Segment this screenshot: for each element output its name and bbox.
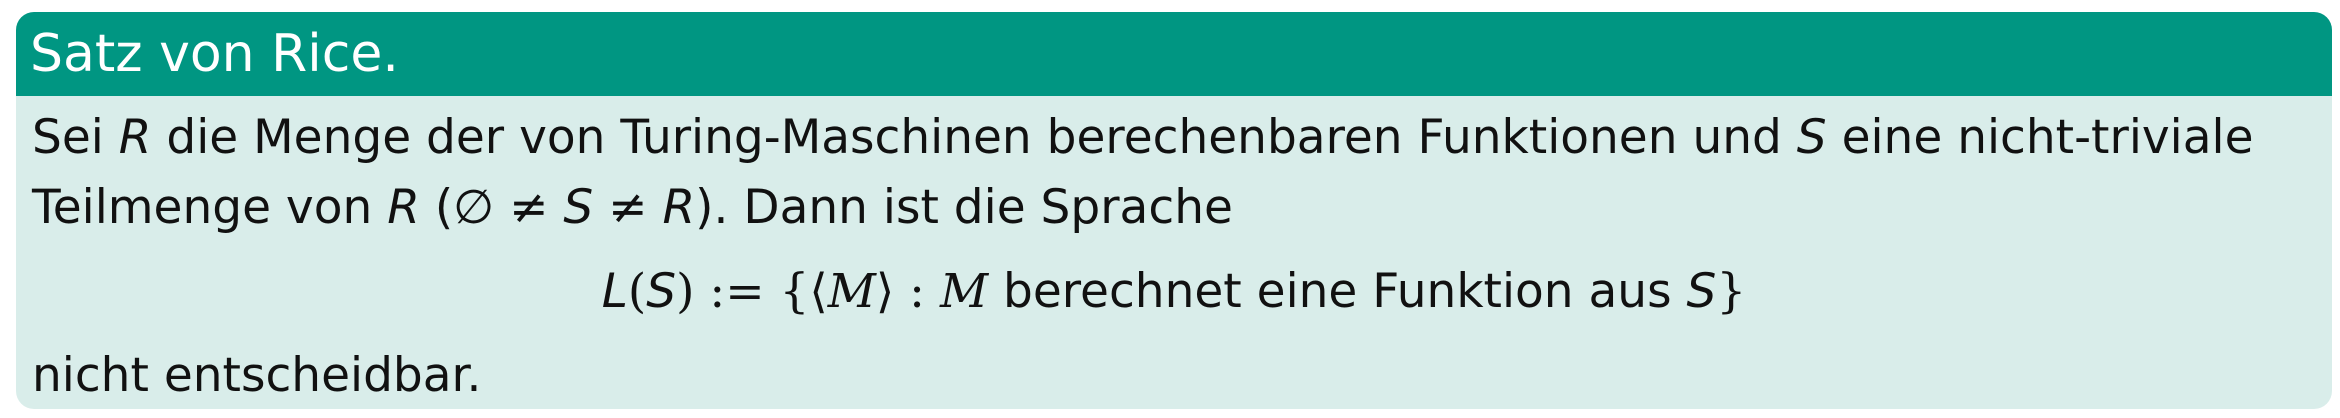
formula-text: berechnet eine Funktion aus: [988, 264, 1687, 319]
text-segment: eine nicht-triviale: [1826, 110, 2254, 165]
math-variable-s: S: [563, 180, 594, 235]
theorem-block: Satz von Rice. Sei R die Menge der von T…: [16, 12, 2332, 409]
text-segment: Sei: [32, 110, 119, 165]
theorem-line-4: nicht entscheidbar.: [32, 348, 482, 403]
math-script-m: M: [827, 264, 876, 319]
math-variable-r: R: [387, 180, 420, 235]
text-segment: (∅ ≠: [419, 180, 564, 235]
formula-symbol: ⟩ :: [875, 264, 940, 319]
text-segment: ≠: [593, 180, 663, 235]
theorem-line-1: Sei R die Menge der von Turing-Maschinen…: [32, 110, 2254, 165]
math-script-m: M: [939, 264, 989, 319]
formula-symbol: (: [627, 264, 647, 319]
math-variable-s: S: [646, 264, 677, 319]
theorem-title: Satz von Rice.: [16, 12, 2332, 96]
text-segment: die Menge der von Turing-Maschinen berec…: [151, 110, 1797, 165]
math-variable-l: L: [601, 264, 628, 319]
display-formula: L(S) := {⟨M⟩ : M berechnet eine Funktion…: [16, 264, 2332, 319]
text-segment: ). Dann ist die Sprache: [695, 180, 1233, 235]
theorem-line-2: Teilmenge von R (∅ ≠ S ≠ R). Dann ist di…: [32, 180, 1233, 235]
math-variable-r: R: [662, 180, 696, 235]
formula-symbol: ) := {⟨: [676, 264, 828, 319]
math-variable-s: S: [1686, 264, 1717, 319]
text-segment: Teilmenge von: [32, 180, 388, 235]
math-variable-s: S: [1796, 110, 1827, 165]
formula-symbol: }: [1716, 264, 1747, 319]
math-variable-r: R: [118, 110, 152, 165]
